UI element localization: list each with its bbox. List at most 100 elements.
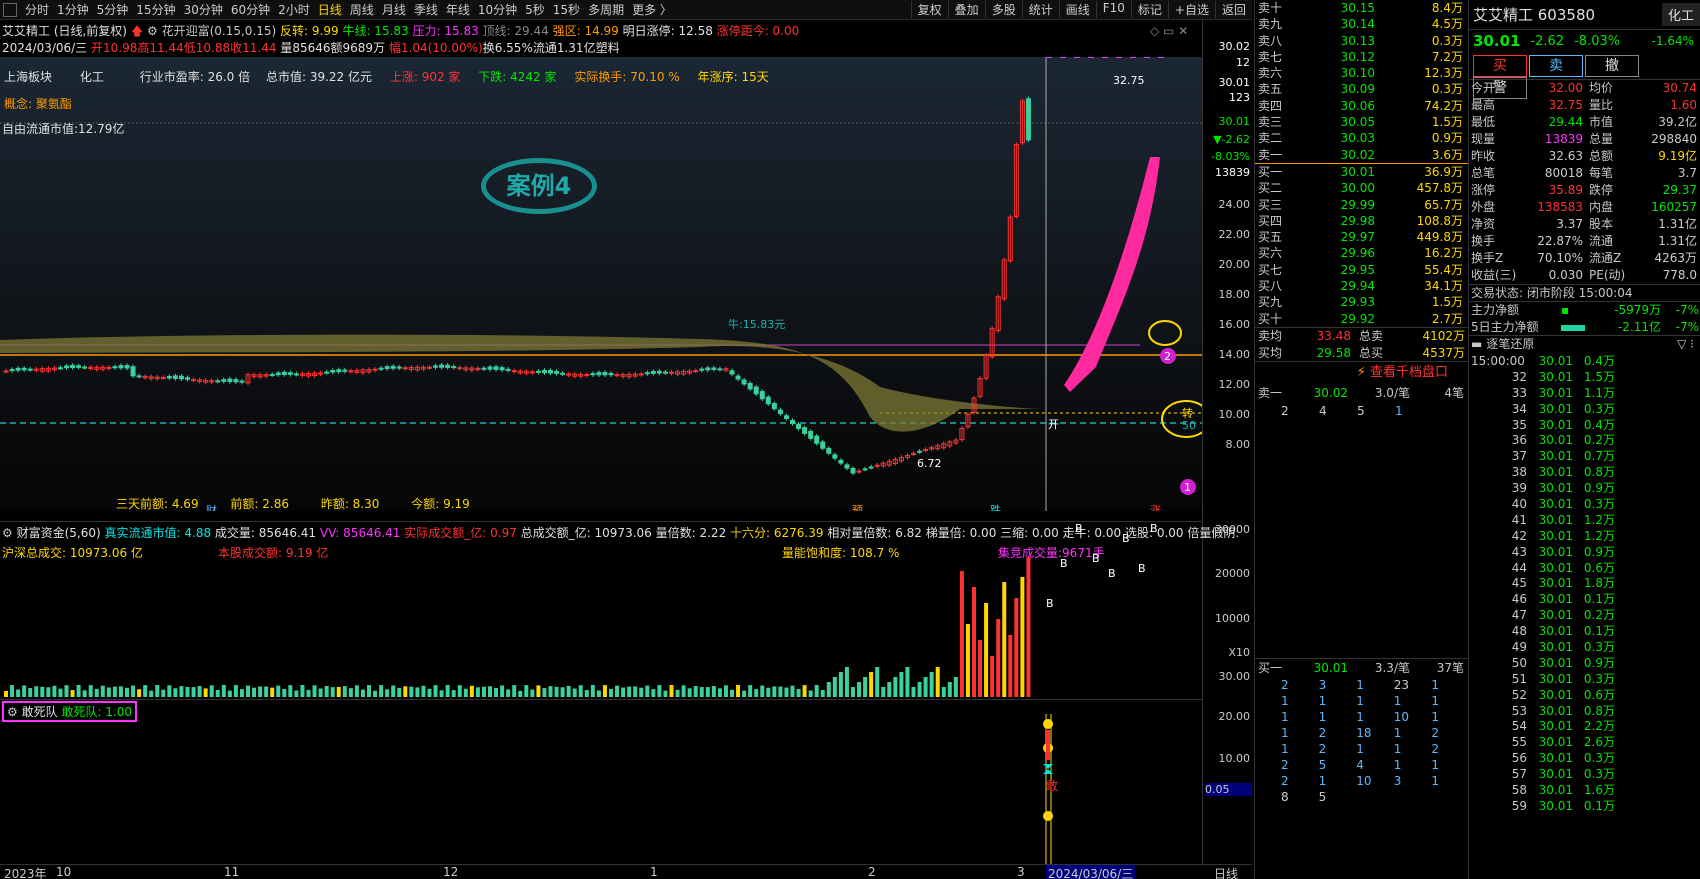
period-tab[interactable]: 年线 <box>442 1 474 18</box>
sell-level[interactable]: 卖八 30.13 0.3万 <box>1255 33 1468 49</box>
tick-vol: 0.8万 <box>1583 465 1615 480</box>
period-tab[interactable]: 分时 <box>21 1 53 18</box>
kline-panel[interactable]: 牛:15.83元 32.75 6.72 开转 50 2 1 财预跌涨 上海板块 化工 行业市盈… <box>0 57 1202 511</box>
price-tick: 30.01 <box>1218 76 1251 89</box>
sell-level[interactable]: 卖二 30.03 0.9万 <box>1255 130 1468 146</box>
toolbar-button[interactable]: +自选 <box>1167 1 1215 18</box>
period-tab[interactable]: 60分钟 <box>227 1 274 18</box>
period-tab[interactable]: 1分钟 <box>53 1 93 18</box>
buy-level[interactable]: 买四 29.98 108.8万 <box>1255 213 1468 229</box>
cancel-button[interactable]: 撤 <box>1585 55 1639 77</box>
tick-row: 15:00:00 30.01 0.4万 <box>1469 353 1700 369</box>
volume-bar <box>687 688 692 697</box>
candle <box>1019 98 1025 145</box>
volume-bar <box>814 685 819 697</box>
circle-marker-2 <box>1148 320 1182 346</box>
toolbar-button[interactable]: 叠加 <box>947 1 985 18</box>
period-tab[interactable]: 更多 〉 <box>628 1 676 18</box>
sell-level[interactable]: 卖三 30.05 1.5万 <box>1255 114 1468 130</box>
candle <box>45 366 51 374</box>
buy-level[interactable]: 买十 29.92 2.7万 <box>1255 311 1468 327</box>
depth-link-text[interactable]: 查看千档盘口 <box>1370 365 1448 380</box>
candle <box>1001 257 1007 302</box>
industry-tag[interactable]: 化工 <box>1661 3 1700 26</box>
candle <box>348 368 354 374</box>
volume-bar <box>554 686 559 697</box>
toolbar-button[interactable]: 返回 <box>1214 1 1252 18</box>
period-tab[interactable]: 10分钟 <box>474 1 521 18</box>
period-tab[interactable]: 周线 <box>346 1 378 18</box>
candle <box>299 371 305 378</box>
period-tab[interactable]: 2小时 <box>274 1 314 18</box>
buy-button[interactable]: 买 <box>1473 55 1527 77</box>
sell-level[interactable]: 卖七 30.12 7.2万 <box>1255 49 1468 65</box>
volume-bar <box>675 689 680 697</box>
toolbar-button[interactable]: F10 <box>1095 1 1131 18</box>
up-value: 902 家 <box>421 70 461 84</box>
collapse-icon[interactable]: ▬ <box>1471 336 1482 353</box>
period-label[interactable]: 日线 <box>1214 865 1238 879</box>
candle <box>765 394 771 406</box>
buy-level-label: 买十 <box>1258 311 1283 326</box>
chart-pin-icons[interactable]: ◇ ▭ ✕ <box>1150 24 1188 38</box>
toolbar-button[interactable]: 复权 <box>910 1 948 18</box>
volume-bar <box>276 685 281 697</box>
amount-yday: 昨额: 8.30 <box>320 497 380 511</box>
sell-level[interactable]: 卖一 30.02 3.6万 <box>1255 147 1468 163</box>
period-tab[interactable]: 15分钟 <box>132 1 179 18</box>
tick-list[interactable]: 15:00:00 30.01 0.4万 32 30.01 1.5万 33 30.01 1.1万 3… <box>1469 353 1700 814</box>
toolbar-button[interactable]: 多股 <box>984 1 1022 18</box>
avg-buy-price: 29.58 <box>1316 345 1351 360</box>
price-change: -2.62 <box>1530 33 1565 49</box>
sell-level[interactable]: 卖九 30.14 4.5万 <box>1255 16 1468 32</box>
gansidui-panel[interactable]: ⚙ 敢死队 敢死队: 1.00 敢 <box>0 699 1202 865</box>
filter-icon[interactable]: ▽ ⁝ <box>1677 336 1700 353</box>
candle <box>469 365 475 373</box>
volume-bar <box>88 685 93 697</box>
toolbar-button[interactable]: 统计 <box>1021 1 1059 18</box>
sell-level[interactable]: 卖十 30.15 8.4万 <box>1255 0 1468 16</box>
toolbar-button[interactable]: 标记 <box>1130 1 1168 18</box>
sell-level[interactable]: 卖五 30.09 0.3万 <box>1255 81 1468 97</box>
period-tab[interactable]: 月线 <box>378 1 410 18</box>
period-tab[interactable]: 15秒 <box>549 1 584 18</box>
avg-sell-label: 卖均 <box>1258 328 1283 343</box>
window-icon[interactable] <box>3 2 17 17</box>
candle <box>269 372 275 377</box>
tick-vol: 1.2万 <box>1583 528 1615 543</box>
period-tab[interactable]: 30分钟 <box>180 1 227 18</box>
sell-button[interactable]: 卖 <box>1529 55 1583 77</box>
volume-panel[interactable]: ⚙ 财富资金(5,60) 真实流通市值: 4.88 成交量: 85646.41 … <box>0 521 1239 699</box>
period-tab[interactable]: 季线 <box>410 1 442 18</box>
toolbar-button[interactable]: 画线 <box>1058 1 1096 18</box>
sell-level[interactable]: 卖四 30.06 74.2万 <box>1255 98 1468 114</box>
candle <box>384 364 390 371</box>
tick-vol: 0.1万 <box>1583 798 1615 813</box>
buy-level[interactable]: 买九 29.93 1.5万 <box>1255 294 1468 310</box>
buy-level-price: 29.93 <box>1340 295 1375 310</box>
sell-level[interactable]: 卖六 30.10 12.3万 <box>1255 65 1468 81</box>
depth-link[interactable]: ⚡ 查看千档盘口 <box>1255 362 1468 384</box>
period-tab[interactable]: 日线 <box>314 1 346 18</box>
period-tab[interactable]: 5分钟 <box>93 1 133 18</box>
buy-level[interactable]: 买一 30.01 36.9万 <box>1255 164 1468 180</box>
volume-bar <box>863 677 868 697</box>
b-marker: B <box>1138 562 1146 575</box>
candle <box>868 464 874 470</box>
period-tab[interactable]: 5秒 <box>521 1 549 18</box>
tick-price: 30.01 <box>1538 449 1573 464</box>
buy-level[interactable]: 买八 29.94 34.1万 <box>1255 278 1468 294</box>
gear-icon[interactable]: ⚙ <box>147 24 158 38</box>
buy-level[interactable]: 买三 29.99 65.7万 <box>1255 197 1468 213</box>
volume-bar <box>947 682 952 697</box>
candle <box>76 363 82 370</box>
buy-level[interactable]: 买二 30.00 457.8万 <box>1255 180 1468 196</box>
buy-level[interactable]: 买五 29.97 449.8万 <box>1255 229 1468 245</box>
tick-vol: 0.6万 <box>1583 560 1615 575</box>
tick-price: 30.01 <box>1538 560 1573 575</box>
buy-level[interactable]: 买六 29.96 16.2万 <box>1255 245 1468 261</box>
main-net-bar: ▪ <box>1561 303 1570 317</box>
period-tab[interactable]: 多周期 <box>584 1 628 18</box>
buy-level[interactable]: 买七 29.95 55.4万 <box>1255 262 1468 278</box>
volume-bar <box>221 685 226 697</box>
